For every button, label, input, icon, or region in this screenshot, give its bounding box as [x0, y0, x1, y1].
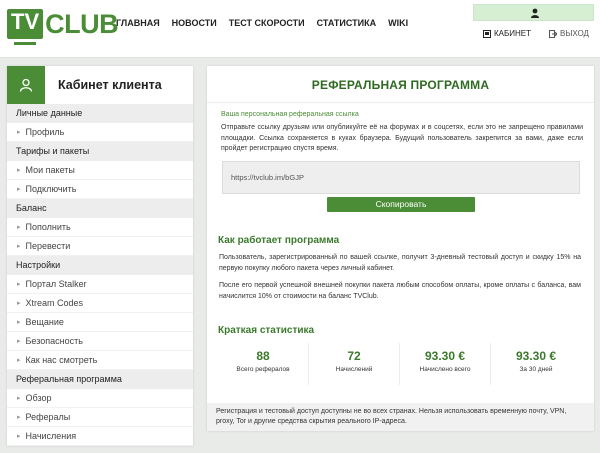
cabinet-label: КАБИНЕТ	[494, 29, 531, 38]
sidebar-item-label: Xtream Codes	[25, 297, 84, 308]
sidebar-item-label: Пополнить	[25, 221, 71, 232]
how-it-works-heading: Как работает программа	[218, 235, 340, 246]
copy-button[interactable]: Скопировать	[327, 197, 475, 212]
footer-note: Регистрация и тестовый доступ доступны н…	[207, 403, 594, 431]
referral-panel: РЕФЕРАЛЬНАЯ ПРОГРАММА Ваша персональная …	[207, 66, 594, 431]
how-it-works-text-1: Пользователь, зарегистрированный по ваше…	[219, 254, 581, 272]
logo-tv: TV	[7, 9, 44, 45]
logout-icon	[549, 29, 557, 38]
sidebar-item-label: Мои пакеты	[25, 164, 75, 175]
bullet-icon: ▸	[17, 280, 21, 288]
bullet-icon: ▸	[17, 299, 21, 307]
sidebar-section-referral: Реферальная программа	[7, 370, 193, 389]
sidebar-title: Кабинет клиента	[58, 78, 162, 92]
bullet-icon: ▸	[17, 128, 21, 136]
nav-news[interactable]: НОВОСТИ	[172, 18, 217, 28]
stat-total-referrals: 88 Всего рефералов	[218, 343, 309, 385]
bullet-icon: ▸	[17, 413, 21, 421]
logout-label: ВЫХОД	[560, 29, 589, 38]
cabinet-link[interactable]: КАБИНЕТ	[483, 29, 531, 38]
sidebar-header: Кабинет клиента	[7, 66, 193, 104]
user-icon	[531, 8, 539, 18]
stat-value: 72	[347, 349, 361, 363]
site-header: TV CLUB ГЛАВНАЯ НОВОСТИ ТЕСТ СКОРОСТИ СТ…	[0, 0, 600, 58]
cabinet-icon	[483, 29, 491, 38]
ref-link-description: Отправьте ссылку друзьям или опубликуйте…	[221, 124, 583, 152]
main-nav: ГЛАВНАЯ НОВОСТИ ТЕСТ СКОРОСТИ СТАТИСТИКА…	[116, 18, 408, 28]
tvclub-logo[interactable]: TV CLUB	[7, 9, 119, 45]
bullet-icon: ▸	[17, 242, 21, 250]
sidebar-item-transfer[interactable]: ▸ Перевести	[7, 237, 193, 256]
bullet-icon: ▸	[17, 223, 21, 231]
logout-link[interactable]: ВЫХОД	[549, 29, 589, 38]
sidebar-item-security[interactable]: ▸ Безопасность	[7, 332, 193, 351]
user-menu-button[interactable]	[473, 4, 594, 21]
sidebar-item-label: Рефералы	[25, 411, 71, 422]
stat-value: 93.30 €	[424, 349, 466, 363]
bullet-icon: ▸	[17, 166, 21, 174]
sidebar-item-label: Обзор	[25, 392, 52, 403]
sidebar-item-label: Безопасность	[25, 335, 83, 346]
sidebar-item-my-packages[interactable]: ▸ Мои пакеты	[7, 161, 193, 180]
sidebar-item-label: Перевести	[25, 240, 71, 251]
client-sidebar: Кабинет клиента Личные данные ▸ Профиль Т…	[7, 66, 193, 446]
sidebar-item-referrals[interactable]: ▸ Рефералы	[7, 408, 193, 427]
sidebar-item-overview[interactable]: ▸ Обзор	[7, 389, 193, 408]
logo-club: CLUB	[45, 9, 119, 39]
stat-value: 93.30 €	[515, 349, 557, 363]
sidebar-item-subscribe[interactable]: ▸ Подключить	[7, 180, 193, 199]
ref-link-field[interactable]: https://tvclub.im/bGJP	[222, 161, 580, 194]
stat-label: Начислено всего	[419, 366, 471, 373]
sidebar-item-xtream[interactable]: ▸ Xtream Codes	[7, 294, 193, 313]
sidebar-section-settings: Настройки	[7, 256, 193, 275]
bullet-icon: ▸	[17, 337, 21, 345]
sidebar-item-label: Профиль	[25, 126, 65, 137]
stat-label: Начислений	[335, 366, 373, 373]
page-title: РЕФЕРАЛЬНАЯ ПРОГРАММА	[311, 78, 490, 92]
sidebar-section-tariffs: Тарифы и пакеты	[7, 142, 193, 161]
sidebar-section-personal: Личные данные	[7, 104, 193, 123]
user-outline-icon	[19, 78, 33, 92]
sidebar-item-how-to-watch[interactable]: ▸ Как нас смотреть	[7, 351, 193, 370]
nav-speed-test[interactable]: ТЕСТ СКОРОСТИ	[229, 18, 305, 28]
bullet-icon: ▸	[17, 185, 21, 193]
sidebar-item-label: Начисления	[25, 430, 77, 441]
sidebar-item-top-up[interactable]: ▸ Пополнить	[7, 218, 193, 237]
ref-link-label: Ваша персональная реферальная ссылка	[221, 111, 359, 118]
sidebar-item-profile[interactable]: ▸ Профиль	[7, 123, 193, 142]
sidebar-item-label: Портал Stalker	[25, 278, 87, 289]
how-it-works-text-2: После его первой успешной внешней покупк…	[219, 282, 581, 300]
nav-home[interactable]: ГЛАВНАЯ	[116, 18, 160, 28]
bullet-icon: ▸	[17, 432, 21, 440]
bullet-icon: ▸	[17, 318, 21, 326]
stats-row: 88 Всего рефералов 72 Начислений 93.30 €…	[218, 343, 581, 385]
bullet-icon: ▸	[17, 394, 21, 402]
sidebar-item-label: Вещание	[25, 316, 64, 327]
stat-accruals: 72 Начислений	[309, 343, 400, 385]
sidebar-item-broadcast[interactable]: ▸ Вещание	[7, 313, 193, 332]
sidebar-item-label: Как нас смотреть	[25, 354, 98, 365]
stat-total-earned: 93.30 € Начислено всего	[400, 343, 491, 385]
stats-heading: Краткая статистика	[218, 325, 315, 336]
sidebar-item-accruals[interactable]: ▸ Начисления	[7, 427, 193, 446]
stat-label: Всего рефералов	[236, 366, 290, 373]
avatar	[7, 66, 45, 104]
title-divider	[207, 102, 594, 103]
nav-wiki[interactable]: WIKI	[388, 18, 408, 28]
nav-statistics[interactable]: СТАТИСТИКА	[317, 18, 376, 28]
bullet-icon: ▸	[17, 356, 21, 364]
stat-label: За 30 дней	[519, 366, 553, 373]
sidebar-section-balance: Баланс	[7, 199, 193, 218]
stat-value: 88	[256, 349, 270, 363]
sidebar-item-stalker[interactable]: ▸ Портал Stalker	[7, 275, 193, 294]
stat-last-30-days: 93.30 € За 30 дней	[491, 343, 581, 385]
sidebar-item-label: Подключить	[25, 183, 77, 194]
